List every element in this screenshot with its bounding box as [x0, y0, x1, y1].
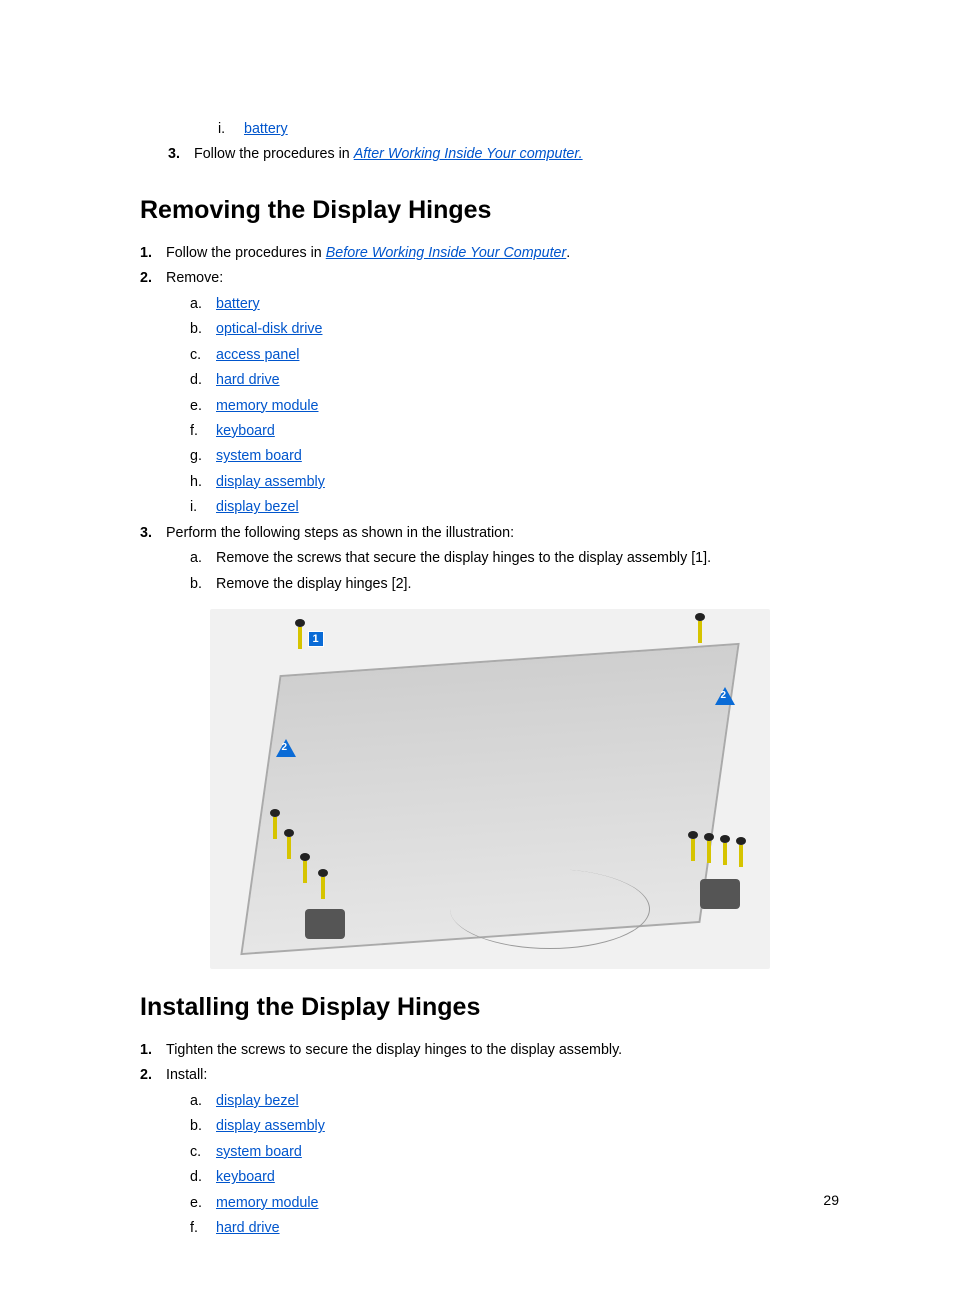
removing-sub-link[interactable]: optical-disk drive	[216, 321, 322, 337]
removing-sub-link[interactable]: battery	[216, 296, 260, 312]
removing-sub-item: c.access panel	[190, 345, 839, 366]
removing-sub-link[interactable]: access panel	[216, 347, 299, 363]
list-marker: g.	[190, 446, 216, 467]
list-marker: 3.	[140, 523, 166, 544]
body-text: Remove the display hinges [2].	[216, 574, 412, 595]
installing-sub-item: b.display assembly	[190, 1116, 839, 1137]
installing-step-1: 1. Tighten the screws to secure the disp…	[140, 1040, 839, 1061]
intro-sub-item-i: i. battery	[218, 119, 839, 140]
intro-step-3: 3. Follow the procedures in After Workin…	[168, 144, 839, 165]
installing-sub-link[interactable]: keyboard	[216, 1169, 275, 1185]
removing-step-1: 1. Follow the procedures in Before Worki…	[140, 243, 839, 264]
screw-icon	[295, 619, 305, 649]
battery-link[interactable]: battery	[244, 121, 288, 137]
screw-icon	[270, 809, 280, 839]
list-marker: f.	[190, 1218, 216, 1239]
list-marker: e.	[190, 1193, 216, 1214]
list-marker: b.	[190, 574, 216, 595]
removing-sub-link[interactable]: display assembly	[216, 474, 325, 490]
list-marker: 1.	[140, 1040, 166, 1061]
cable-icon	[450, 869, 650, 949]
screw-icon	[300, 853, 310, 883]
body-text: Tighten the screws to secure the display…	[166, 1040, 622, 1061]
list-marker: e.	[190, 396, 216, 417]
screw-icon	[688, 831, 698, 861]
removing-sub-item: g.system board	[190, 446, 839, 467]
screw-icon	[318, 869, 328, 899]
display-hinges-illustration: 1 2 2	[210, 609, 770, 969]
callout-1: 1	[308, 631, 324, 647]
removing-sub-item: a.battery	[190, 294, 839, 315]
removing-sub-item: f.keyboard	[190, 421, 839, 442]
removing-sub-item: d.hard drive	[190, 370, 839, 391]
body-text: Remove the screws that secure the displa…	[216, 548, 711, 569]
installing-sub-link[interactable]: hard drive	[216, 1220, 280, 1236]
body-text: Remove:	[166, 268, 223, 289]
before-working-link[interactable]: Before Working Inside Your Computer	[326, 245, 567, 261]
list-marker: 1.	[140, 243, 166, 264]
body-text: .	[566, 245, 570, 261]
after-working-link[interactable]: After Working Inside Your computer.	[354, 146, 583, 162]
screw-icon	[284, 829, 294, 859]
hinge-right-icon	[700, 879, 740, 909]
list-marker: d.	[190, 370, 216, 391]
removing-sub-link[interactable]: hard drive	[216, 372, 280, 388]
list-marker: i.	[190, 497, 216, 518]
installing-sub-item: f.hard drive	[190, 1218, 839, 1239]
list-marker: 2.	[140, 268, 166, 289]
screw-icon	[695, 613, 705, 643]
installing-sub-item: c.system board	[190, 1142, 839, 1163]
installing-step-2: 2. Install:	[140, 1065, 839, 1086]
list-marker: a.	[190, 1091, 216, 1112]
list-marker: c.	[190, 1142, 216, 1163]
body-text: Follow the procedures in	[194, 146, 354, 162]
removing-step-3: 3. Perform the following steps as shown …	[140, 523, 839, 544]
arrow-up-icon: 2	[276, 739, 296, 757]
body-text: Follow the procedures in	[166, 245, 326, 261]
list-marker: d.	[190, 1167, 216, 1188]
list-marker: c.	[190, 345, 216, 366]
hinge-left-icon	[305, 909, 345, 939]
body-text: Install:	[166, 1065, 207, 1086]
removing-step3-sub-item: b.Remove the display hinges [2].	[190, 574, 839, 595]
list-marker: h.	[190, 472, 216, 493]
list-marker: a.	[190, 294, 216, 315]
screw-icon	[704, 833, 714, 863]
installing-sub-item: d.keyboard	[190, 1167, 839, 1188]
body-text: Perform the following steps as shown in …	[166, 523, 514, 544]
installing-sub-link[interactable]: memory module	[216, 1195, 319, 1211]
installing-sub-item: e.memory module	[190, 1193, 839, 1214]
removing-sub-link[interactable]: memory module	[216, 398, 319, 414]
screw-icon	[720, 835, 730, 865]
heading-installing-display-hinges: Installing the Display Hinges	[140, 993, 839, 1022]
heading-removing-display-hinges: Removing the Display Hinges	[140, 196, 839, 225]
installing-sub-link[interactable]: display assembly	[216, 1118, 325, 1134]
removing-sub-link[interactable]: display bezel	[216, 499, 299, 515]
removing-step3-sub-item: a.Remove the screws that secure the disp…	[190, 548, 839, 569]
removing-sub-link[interactable]: system board	[216, 448, 302, 464]
installing-sub-link[interactable]: system board	[216, 1144, 302, 1160]
list-marker: b.	[190, 319, 216, 340]
removing-sub-item: h.display assembly	[190, 472, 839, 493]
screw-icon	[736, 837, 746, 867]
removing-sub-link[interactable]: keyboard	[216, 423, 275, 439]
arrow-up-icon: 2	[715, 687, 735, 705]
list-marker: f.	[190, 421, 216, 442]
removing-sub-item: b.optical-disk drive	[190, 319, 839, 340]
list-marker: 3.	[168, 144, 194, 165]
list-marker: b.	[190, 1116, 216, 1137]
installing-sub-item: a.display bezel	[190, 1091, 839, 1112]
list-marker: 2.	[140, 1065, 166, 1086]
removing-step-2: 2. Remove:	[140, 268, 839, 289]
removing-sub-item: e.memory module	[190, 396, 839, 417]
installing-sub-link[interactable]: display bezel	[216, 1093, 299, 1109]
list-marker: i.	[218, 119, 244, 140]
page-number: 29	[823, 1192, 839, 1208]
list-marker: a.	[190, 548, 216, 569]
removing-sub-item: i.display bezel	[190, 497, 839, 518]
